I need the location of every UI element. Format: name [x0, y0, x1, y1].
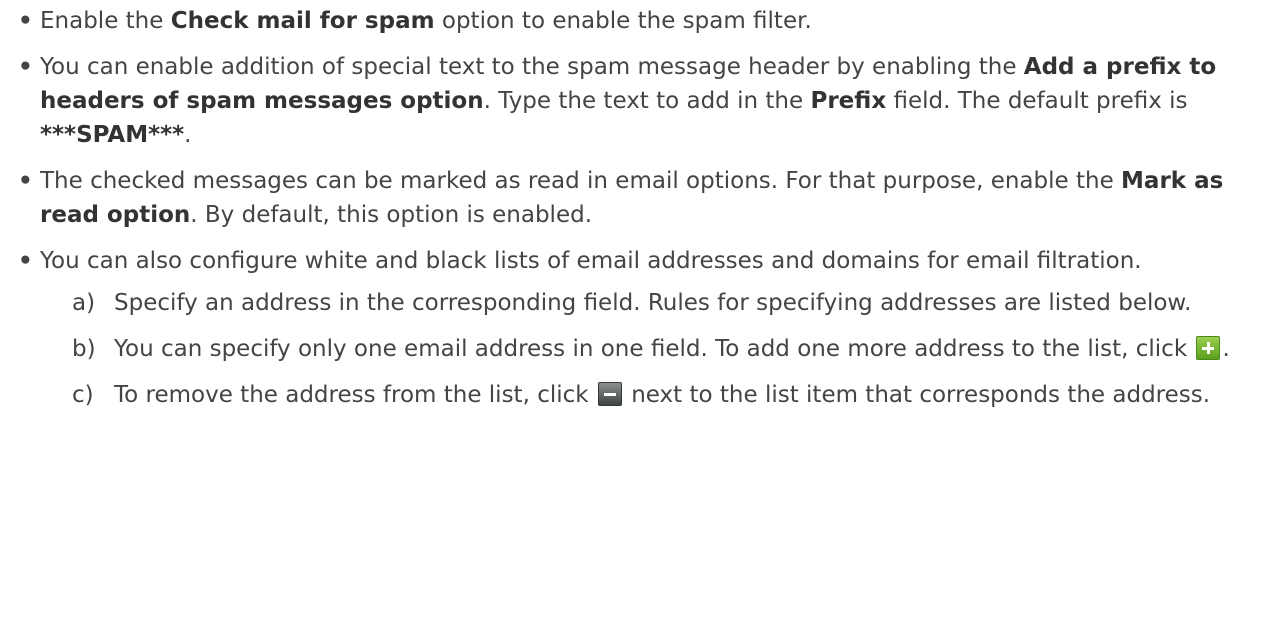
step-text-post: . — [1222, 336, 1230, 362]
step-text-pre: To remove the address from the list, cli… — [114, 382, 596, 408]
list-item-white-black-lists: • You can also configure white and black… — [0, 244, 1273, 412]
default-prefix-value: ***SPAM*** — [40, 122, 185, 148]
list-item-check-mail: • Enable the Check mail for spam option … — [0, 4, 1273, 38]
step-marker: b) — [72, 336, 96, 362]
list-item-prefix: • You can enable addition of special tex… — [0, 50, 1273, 152]
item-text-post: . By default, this option is enabled. — [190, 202, 593, 228]
bullet-icon: • — [18, 54, 33, 80]
add-icon — [1196, 336, 1221, 360]
item-text-mid: field. The default prefix is — [886, 88, 1188, 114]
item-text-post: option to enable the spam filter. — [434, 8, 812, 34]
steps-list: a) Specify an address in the correspondi… — [40, 286, 1263, 412]
step-item-c: c) To remove the address from the list, … — [72, 378, 1263, 412]
step-marker: c) — [72, 382, 94, 408]
step-text-post: next to the list item that corresponds t… — [623, 382, 1211, 408]
document-body: • Enable the Check mail for spam option … — [0, 4, 1273, 412]
step-item-b: b) You can specify only one email addres… — [72, 332, 1263, 366]
item-text-pre: Enable the — [40, 8, 171, 34]
option-name: Check mail for spam — [170, 8, 435, 34]
list-item-mark-as-read: • The checked messages can be marked as … — [0, 164, 1273, 232]
step-item-a: a) Specify an address in the correspondi… — [72, 286, 1263, 320]
item-text-pre: You can enable addition of special text … — [40, 54, 1024, 80]
item-text-pre: The checked messages can be marked as re… — [40, 168, 1122, 194]
field-name: Prefix — [810, 88, 887, 114]
item-text-mid: . Type the text to add in the — [483, 88, 811, 114]
step-marker: a) — [72, 290, 96, 316]
item-text-post: . — [184, 122, 192, 148]
step-text-pre: You can specify only one email address i… — [114, 336, 1195, 362]
bullet-icon: • — [18, 168, 33, 194]
item-text: You can also configure white and black l… — [40, 248, 1142, 274]
step-text: Specify an address in the corresponding … — [114, 290, 1192, 316]
remove-icon — [597, 382, 622, 406]
bullet-icon: • — [18, 248, 33, 274]
bullet-icon: • — [18, 8, 33, 34]
